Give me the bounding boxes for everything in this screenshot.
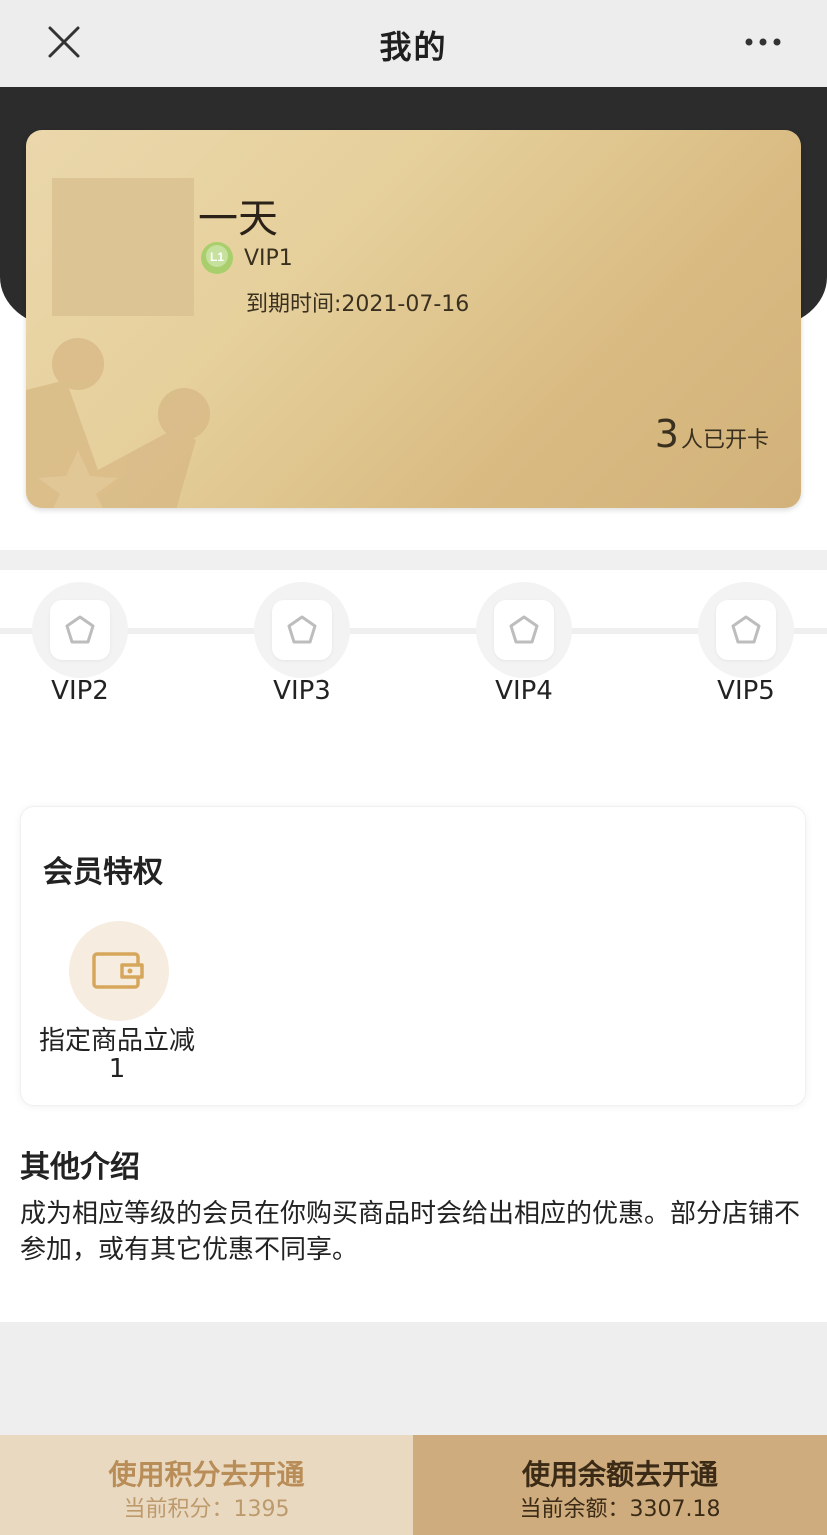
privileges-title: 会员特权 <box>43 855 163 890</box>
pentagon-icon <box>509 615 539 644</box>
open-with-balance-button[interactable]: 使用余额去开通 当前余额：3307.18 <box>413 1435 827 1535</box>
level-node-vip4[interactable]: VIP4 <box>474 580 574 720</box>
level-label: VIP3 <box>273 676 331 706</box>
current-level: L1 VIP1 <box>200 240 293 276</box>
privilege-label: 指定商品立减1 <box>38 1026 195 1084</box>
username: 一天 <box>198 196 278 242</box>
level-node-vip3[interactable]: VIP3 <box>252 580 352 720</box>
level-node-vip5[interactable]: VIP5 <box>696 580 796 720</box>
section-divider <box>0 550 827 570</box>
open-with-balance-label: 使用余额去开通 <box>521 1458 718 1491</box>
footer-spacer <box>0 1322 827 1435</box>
page-title: 我的 <box>379 28 448 66</box>
level-label: VIP5 <box>717 676 775 706</box>
pentagon-icon <box>287 615 317 644</box>
crown-watermark-icon <box>26 338 210 508</box>
svg-text:L1: L1 <box>210 250 224 264</box>
pentagon-icon <box>731 615 761 644</box>
opened-count: 3 人已开卡 <box>655 412 769 456</box>
pentagon-icon <box>65 615 95 644</box>
level-label: VIP2 <box>51 676 109 706</box>
level-badge-icon: L1 <box>201 242 233 274</box>
expire-date: 到期时间:2021-07-16 <box>246 292 470 317</box>
privileges-panel: 会员特权 指定商品立减1 <box>20 806 806 1106</box>
privilege-item[interactable]: 指定商品立减1 <box>39 919 195 1089</box>
intro-title: 其他介绍 <box>20 1150 140 1185</box>
level-node-vip2[interactable]: VIP2 <box>30 580 130 720</box>
avatar[interactable] <box>52 178 194 316</box>
top-nav-bar: 我的 <box>0 0 827 87</box>
level-label: VIP4 <box>495 676 553 706</box>
more-icon[interactable] <box>737 22 789 62</box>
opened-count-label: 人已开卡 <box>680 428 769 453</box>
wallet-icon <box>92 952 144 989</box>
current-balance: 当前余额：3307.18 <box>519 1497 721 1522</box>
level-track: VIP2 VIP3 VIP4 VIP5 <box>0 570 827 790</box>
open-with-points-button[interactable]: 使用积分去开通 当前积分：1395 <box>0 1435 413 1535</box>
level-name: VIP1 <box>244 245 293 271</box>
open-with-points-label: 使用积分去开通 <box>108 1458 305 1491</box>
intro-body: 成为相应等级的会员在你购买商品时会给出相应的优惠。部分店铺不参加，或有其它优惠不… <box>20 1199 801 1265</box>
member-card: 一天 L1 VIP1 到期时间:2021-07-16 3 人已开卡 <box>26 130 801 508</box>
opened-count-number: 3 <box>654 412 679 456</box>
current-points: 当前积分：1395 <box>123 1497 290 1522</box>
